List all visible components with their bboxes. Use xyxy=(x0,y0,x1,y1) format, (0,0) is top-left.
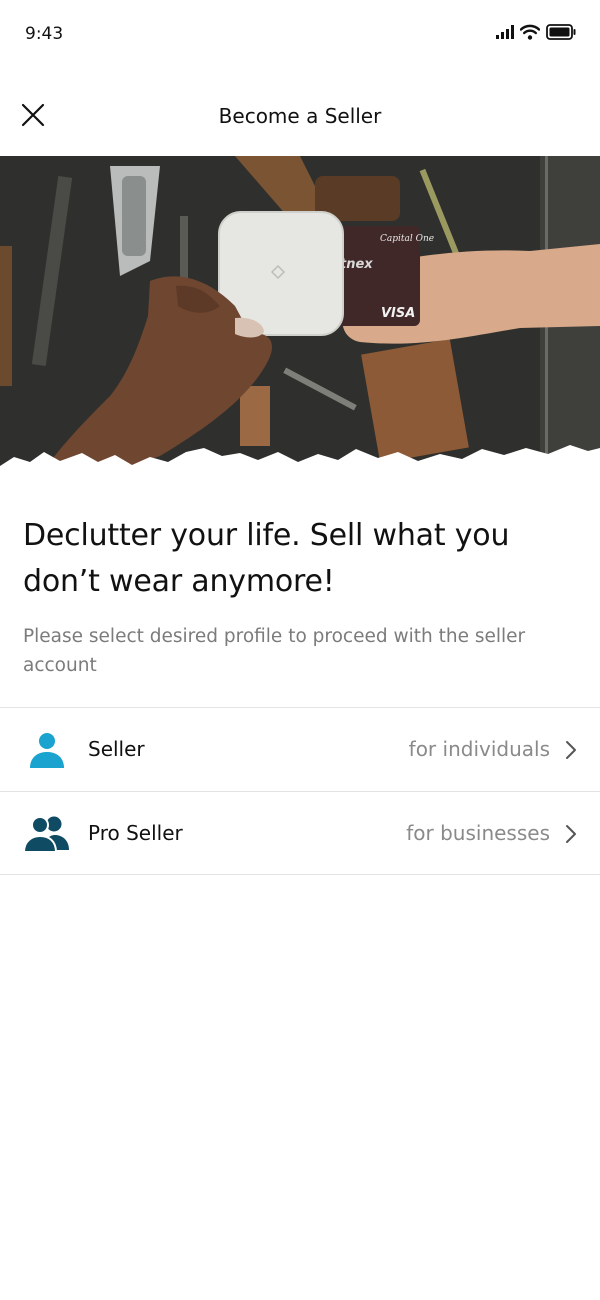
wifi-icon xyxy=(520,24,540,40)
seller-option[interactable]: Seller for individuals xyxy=(0,708,600,790)
hero-image: Capital One tnex VISA xyxy=(0,156,600,476)
seller-sublabel: for individuals xyxy=(408,737,550,761)
subtext: Please select desired profile to proceed… xyxy=(23,626,526,676)
battery-icon xyxy=(546,24,576,40)
page-title: Become a Seller xyxy=(218,104,382,128)
group-icon xyxy=(24,816,69,853)
status-icons xyxy=(496,24,576,40)
svg-text:VISA: VISA xyxy=(381,306,415,321)
svg-text:Capital One: Capital One xyxy=(380,234,434,244)
hero-illustration: Capital One tnex VISA xyxy=(0,156,600,476)
status-time: 9:43 xyxy=(25,24,64,44)
headline: Declutter your life. Sell what you don’t… xyxy=(23,518,510,599)
pro-seller-sublabel: for businesses xyxy=(406,821,550,845)
pro-seller-option[interactable]: Pro Seller for businesses xyxy=(0,792,600,874)
seller-label: Seller xyxy=(88,737,145,761)
status-bar: 9:43 xyxy=(0,0,600,70)
nav-bar: Become a Seller xyxy=(0,78,600,156)
chevron-right-icon xyxy=(566,741,576,759)
pro-seller-label: Pro Seller xyxy=(88,821,183,845)
divider xyxy=(0,874,600,875)
svg-text:tnex: tnex xyxy=(340,257,373,272)
cellular-signal-icon xyxy=(496,25,514,39)
person-icon xyxy=(30,733,64,768)
chevron-right-icon xyxy=(566,825,576,843)
